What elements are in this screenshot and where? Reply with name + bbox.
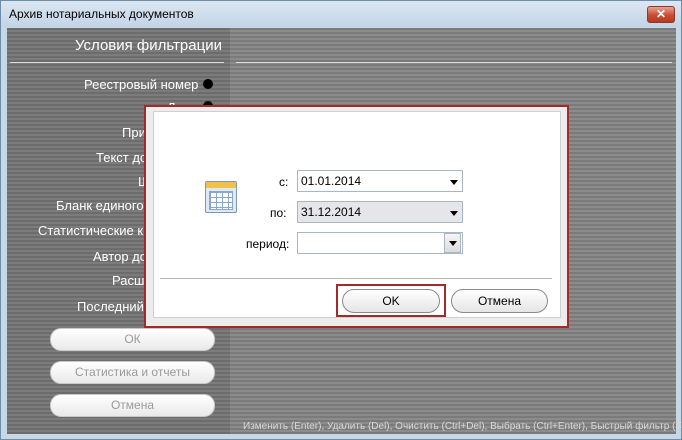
radio-dot-icon[interactable]	[203, 79, 213, 89]
filter-label-8[interactable]: Автор до	[93, 249, 147, 264]
status-bar-hints: Изменить (Enter), Удалить (Del), Очистит…	[243, 421, 682, 432]
period-select[interactable]	[297, 232, 463, 254]
dialog-cancel-button[interactable]: Отмена	[451, 289, 548, 313]
to-label: по:	[270, 206, 287, 220]
chevron-down-icon[interactable]	[450, 211, 458, 216]
chevron-down-icon[interactable]	[450, 180, 458, 185]
period-dropdown-button[interactable]	[444, 233, 461, 253]
filter-label-registry-number[interactable]: Реестровый номер	[84, 77, 198, 92]
filter-label-4[interactable]: Текст до	[96, 150, 147, 165]
filter-label-7[interactable]: Статистические ка	[38, 223, 151, 238]
period-label: период:	[246, 237, 290, 251]
to-date-value: 31.12.2014	[301, 205, 362, 219]
chevron-down-icon	[449, 241, 457, 246]
cancel-button[interactable]: Отмена	[50, 394, 215, 417]
from-date-value: 01.01.2014	[301, 174, 362, 188]
from-date-field[interactable]: 01.01.2014	[297, 170, 463, 192]
title-bar[interactable]: Архив нотариальных документов ✕	[1, 1, 681, 27]
stats-reports-button[interactable]: Статистика и отчеты	[50, 361, 215, 384]
to-date-field[interactable]: 31.12.2014	[297, 201, 463, 223]
window-title: Архив нотариальных документов	[9, 7, 194, 21]
dialog-ok-button[interactable]: OK	[342, 289, 440, 313]
calendar-icon	[205, 181, 237, 213]
filter-label-9[interactable]: Расш	[112, 273, 144, 288]
divider	[236, 62, 672, 63]
filter-label-6[interactable]: Бланк единого	[56, 198, 144, 213]
divider	[160, 278, 552, 279]
divider	[10, 62, 224, 63]
close-button[interactable]: ✕	[647, 6, 675, 23]
filter-title: Условия фильтрации	[75, 37, 222, 54]
ok-button[interactable]: ОК	[50, 328, 215, 351]
calendar-icon-header	[206, 182, 236, 188]
from-label: с:	[279, 175, 289, 189]
calendar-icon-grid	[209, 191, 233, 210]
